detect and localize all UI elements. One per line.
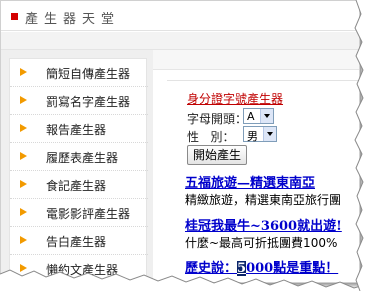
sidebar-item-report[interactable]: 報告產生器 [10,115,148,143]
arrow-right-icon [20,180,27,188]
sidebar-item-label[interactable]: 懶約文產生器 [46,261,118,278]
sidebar-item-resume[interactable]: 履歷表產生器 [10,143,148,171]
ad-link[interactable]: 五福旅遊—精選東南亞 [185,172,315,191]
sidebar-item-label[interactable]: 電影影評產生器 [46,205,130,222]
ad-link[interactable]: 歷史說：5000點是重點！ [185,257,338,276]
ad-link[interactable]: 桂冠我最牛~3600就出遊! [185,215,342,234]
site-title[interactable]: 產生器天堂 [25,8,120,27]
sidebar-item-label[interactable]: 簡短自傳產生器 [46,65,130,82]
sidebar-item-movie-review[interactable]: 電影影評產生器 [10,199,148,227]
main-content: 身分證字號產生器 字母開頭： A 性 別： 男 開始產生 五福旅遊—精選東南亞 … [153,50,359,282]
header-band [1,32,359,50]
page-shadow-right [360,6,366,289]
sidebar-item-label[interactable]: 告白產生器 [46,233,106,250]
sidebar-item-name-copy[interactable]: 罰寫名字產生器 [10,87,148,115]
gender-select[interactable]: 男 [243,126,277,143]
arrow-right-icon [20,152,27,160]
chevron-down-icon[interactable] [260,109,273,123]
divider [167,80,359,81]
sidebar-item-label[interactable]: 履歷表產生器 [46,149,118,166]
letter-row: 字母開頭： A [187,108,287,126]
sidebar-item-label[interactable]: 報告產生器 [46,121,106,138]
gender-label: 性 別： [187,130,235,144]
arrow-right-icon [20,68,27,76]
browser-viewport: 產生器天堂 簡短自傳產生器 罰寫名字產生器 報告產生器 履歷表產生器 食記產生器… [0,0,360,283]
sidebar-item-label[interactable]: 罰寫名字產生器 [46,93,130,110]
arrow-right-icon [20,264,27,272]
site-header: 產生器天堂 [1,1,359,31]
sidebar-item-label[interactable]: 食記產生器 [46,177,106,194]
sidebar: 簡短自傳產生器 罰寫名字產生器 報告產生器 履歷表產生器 食記產生器 電影影評產… [1,50,153,282]
gender-select-value: 男 [247,130,258,143]
letter-select-value: A [247,110,255,123]
selected-text: 5 [237,261,247,276]
start-generate-button[interactable]: 開始產生 [187,145,247,165]
ad-description: 什麼~最高可折抵團費100% [185,236,338,250]
gender-row: 性 別： 男 [187,126,287,144]
sidebar-item-food-review[interactable]: 食記產生器 [10,171,148,199]
arrow-right-icon [20,208,27,216]
arrow-right-icon [20,124,27,132]
sidebar-menu: 簡短自傳產生器 罰寫名字產生器 報告產生器 履歷表產生器 食記產生器 電影影評產… [9,58,148,282]
arrow-right-icon [20,96,27,104]
content-top-band [153,50,359,70]
sidebar-item-bio[interactable]: 簡短自傳產生器 [10,59,148,87]
chevron-down-icon[interactable] [263,127,276,141]
page-shadow-bottom [6,283,364,289]
letter-label: 字母開頭： [187,112,248,126]
sidebar-item-invitation[interactable]: 懶約文產生器 [10,255,148,282]
ad-description: 精緻旅遊，精選東南亞旅行團 [185,193,342,207]
sidebar-item-confession[interactable]: 告白產生器 [10,227,148,255]
letter-select[interactable]: A [243,108,274,124]
arrow-right-icon [20,236,27,244]
logo-square-icon [11,13,18,20]
id-generator-title[interactable]: 身分證字號產生器 [187,90,283,107]
